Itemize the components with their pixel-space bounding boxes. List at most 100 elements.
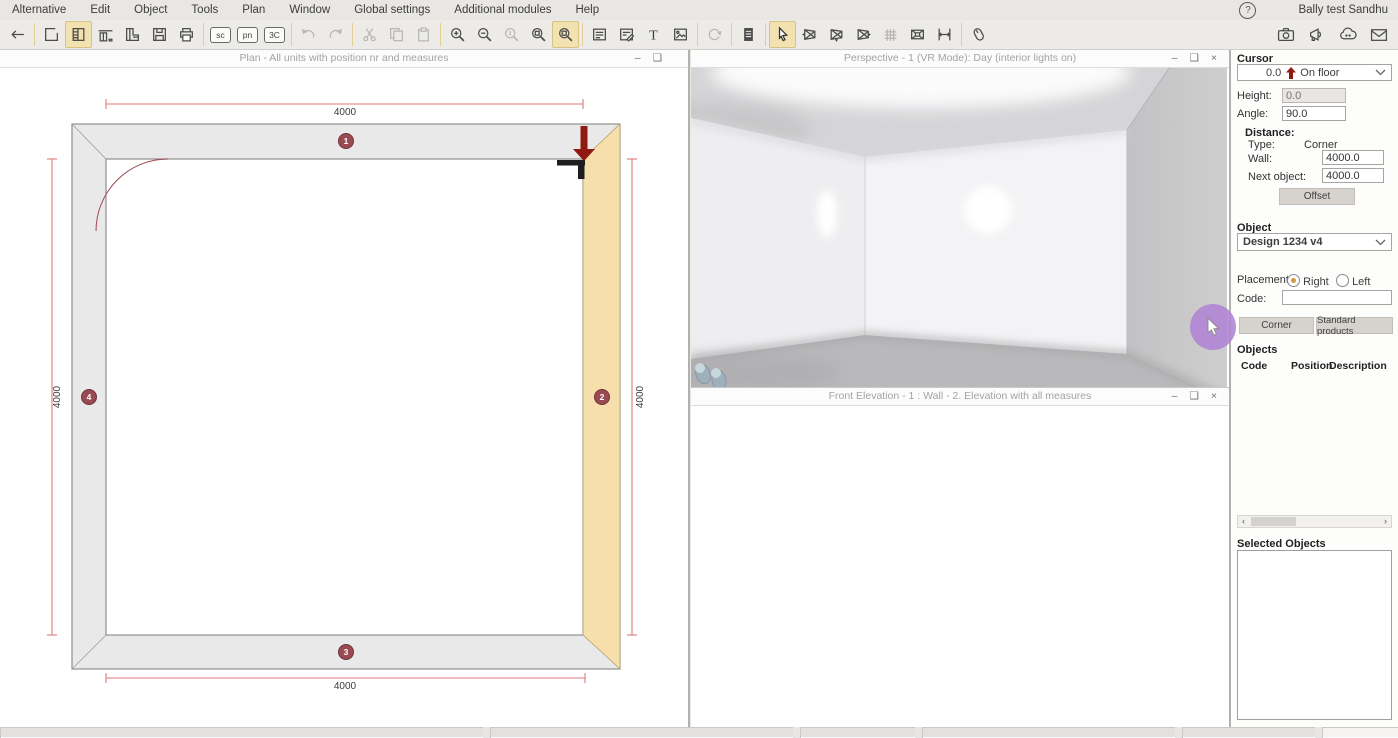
zoom-window-icon[interactable] <box>525 21 552 48</box>
svg-text:2: 2 <box>600 392 605 402</box>
image-tool-icon[interactable] <box>667 21 694 48</box>
redo-icon <box>322 21 349 48</box>
view-wall-center-icon[interactable] <box>823 21 850 48</box>
measure-icon[interactable] <box>931 21 958 48</box>
print-icon[interactable] <box>173 21 200 48</box>
menu-window[interactable]: Window <box>277 4 342 16</box>
back-icon[interactable] <box>4 21 31 48</box>
objects-col-description: Description <box>1329 360 1387 372</box>
menu-edit[interactable]: Edit <box>78 4 122 16</box>
plan-canvas[interactable]: 4000 4000 4000 4000 1 2 3 4 <box>0 68 688 728</box>
elevation-view-icon[interactable] <box>65 21 92 48</box>
position-marker-1: 1 <box>339 134 354 149</box>
pn-icon[interactable]: pn <box>234 21 261 48</box>
corner-unit-view-icon[interactable] <box>119 21 146 48</box>
cursor-mode-value: On floor <box>1300 67 1339 79</box>
placement-right-option[interactable]: Right <box>1287 274 1329 288</box>
status-segment <box>0 727 483 738</box>
toolbar-separator <box>291 23 292 46</box>
selected-objects-label: Selected Objects <box>1237 538 1326 550</box>
properties-sidebar: Cursor 0.0 On floor Height: Angle: Dista… <box>1229 50 1398 727</box>
toolbar: sc pn 3C T <box>0 20 1398 50</box>
perspective-titlebar[interactable]: Perspective - 1 (VR Mode): Day (interior… <box>691 50 1229 68</box>
mail-icon[interactable] <box>1365 21 1392 48</box>
standard-products-button[interactable]: Standard products <box>1316 317 1393 334</box>
close-icon[interactable]: × <box>1211 51 1217 66</box>
objects-list[interactable] <box>1237 374 1392 512</box>
menu-plan[interactable]: Plan <box>230 4 277 16</box>
height-input <box>1282 88 1346 103</box>
menu-alternative[interactable]: Alternative <box>0 4 78 16</box>
close-icon[interactable]: × <box>1211 389 1217 404</box>
cursor-height-value: 0.0 <box>1266 67 1281 79</box>
maximize-icon[interactable]: ❑ <box>653 51 662 66</box>
cut-icon <box>356 21 383 48</box>
status-bar <box>0 727 1398 738</box>
toolbar-separator <box>440 23 441 46</box>
maximize-icon[interactable]: ❑ <box>1189 389 1198 404</box>
wall-distance-input[interactable] <box>1322 150 1384 165</box>
cloud-icon[interactable] <box>1334 21 1361 48</box>
minimize-icon[interactable]: – <box>635 51 641 66</box>
radio-right[interactable] <box>1287 274 1300 287</box>
up-arrow-icon <box>1286 67 1296 79</box>
front-elevation-titlebar[interactable]: Front Elevation - 1 : Wall - 2. Elevatio… <box>691 388 1229 406</box>
objects-section-label: Objects <box>1237 344 1277 356</box>
maximize-icon[interactable]: ❑ <box>1189 51 1198 66</box>
object-dropdown[interactable]: Design 1234 v4 <box>1237 233 1392 251</box>
pointer-tool-icon[interactable] <box>769 21 796 48</box>
menu-additional-modules[interactable]: Additional modules <box>442 4 563 16</box>
unit-front-view-icon[interactable] <box>92 21 119 48</box>
megaphone-icon[interactable] <box>1303 21 1330 48</box>
scrollbar-thumb[interactable] <box>1251 517 1296 526</box>
zoom-all-icon[interactable] <box>552 21 579 48</box>
mouse-settings-icon[interactable] <box>965 21 992 48</box>
corner-button[interactable]: Corner <box>1239 317 1314 334</box>
note-icon[interactable] <box>586 21 613 48</box>
sc-icon[interactable]: sc <box>207 21 234 48</box>
front-elevation-window: Front Elevation - 1 : Wall - 2. Elevatio… <box>691 387 1229 727</box>
selected-objects-list[interactable] <box>1237 550 1392 720</box>
objects-col-code: Code <box>1241 360 1267 372</box>
grid-icon <box>877 21 904 48</box>
angle-input[interactable] <box>1282 106 1346 121</box>
placement-label: Placement: <box>1237 274 1292 286</box>
zoom-out-icon[interactable] <box>471 21 498 48</box>
toolbar-separator <box>731 23 732 46</box>
scroll-left-icon[interactable]: ‹ <box>1238 516 1249 527</box>
menu-object[interactable]: Object <box>122 4 179 16</box>
code-input[interactable] <box>1282 290 1392 305</box>
perspective-render[interactable] <box>691 68 1227 387</box>
cursor-mode-dropdown[interactable]: 0.0 On floor <box>1237 64 1392 81</box>
minimize-icon[interactable]: – <box>1172 51 1178 66</box>
zoom-in-icon[interactable] <box>444 21 471 48</box>
radio-left[interactable] <box>1336 274 1349 287</box>
view-wall-right-icon[interactable] <box>850 21 877 48</box>
menu-tools[interactable]: Tools <box>179 4 230 16</box>
plan-view-icon[interactable] <box>38 21 65 48</box>
plan-titlebar[interactable]: Plan - All units with position nr and me… <box>0 50 688 68</box>
menu-global-settings[interactable]: Global settings <box>342 4 442 16</box>
front-elevation-canvas[interactable] <box>691 406 1229 728</box>
3c-icon[interactable]: 3C <box>261 21 288 48</box>
status-segment <box>1182 727 1315 738</box>
scroll-right-icon[interactable]: › <box>1380 516 1391 527</box>
item-list-icon[interactable] <box>735 21 762 48</box>
note-edit-icon[interactable] <box>613 21 640 48</box>
minimize-icon[interactable]: – <box>1172 389 1178 404</box>
help-icon[interactable]: ? <box>1239 2 1256 19</box>
menu-help[interactable]: Help <box>563 4 611 16</box>
svg-text:T: T <box>649 27 658 42</box>
save-icon[interactable] <box>146 21 173 48</box>
view-wall-left-icon[interactable] <box>796 21 823 48</box>
placement-left-option[interactable]: Left <box>1336 274 1370 288</box>
next-object-input[interactable] <box>1322 168 1384 183</box>
view-room-icon[interactable] <box>904 21 931 48</box>
dim-bottom: 4000 <box>334 681 357 692</box>
text-tool-icon[interactable]: T <box>640 21 667 48</box>
camera-icon[interactable] <box>1272 21 1299 48</box>
objects-horizontal-scrollbar[interactable]: ‹ › <box>1237 515 1392 528</box>
offset-button[interactable]: Offset <box>1279 188 1355 205</box>
objects-col-position: Position <box>1291 360 1332 372</box>
angle-label: Angle: <box>1237 108 1268 120</box>
